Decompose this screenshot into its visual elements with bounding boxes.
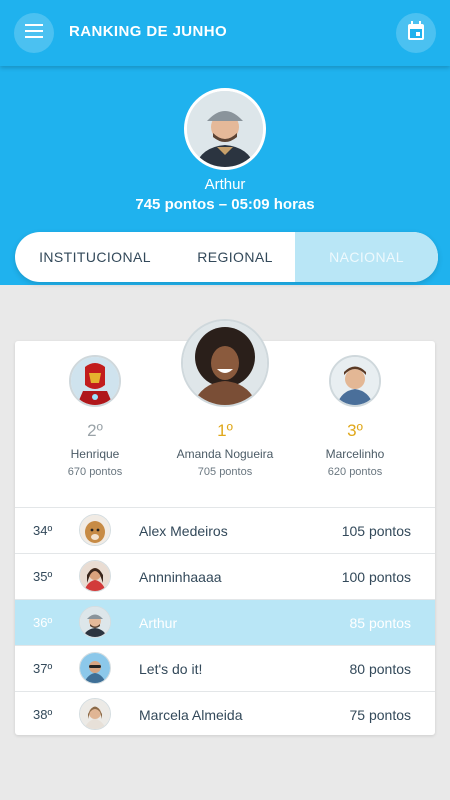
row-position: 34º bbox=[33, 523, 53, 538]
podium-points: 705 pontos bbox=[197, 466, 253, 478]
table-row[interactable]: 38º Marcela Almeida 75 pontos bbox=[15, 691, 435, 737]
podium-name: Marcelinho bbox=[325, 447, 385, 461]
podium: 2º Henrique 670 pontos 1º Amanda Nogueir… bbox=[15, 319, 435, 507]
row-points: 80 pontos bbox=[349, 660, 412, 677]
podium-name: Amanda Nogueira bbox=[176, 447, 274, 461]
podium-rank: 3º bbox=[347, 421, 363, 440]
row-points: 105 pontos bbox=[341, 522, 411, 539]
user-avatar bbox=[184, 88, 266, 170]
podium-rank: 1º bbox=[217, 421, 233, 440]
row-name: Marcela Almeida bbox=[139, 706, 243, 723]
table-row[interactable]: 35º Annninhaaaa 100 pontos bbox=[15, 553, 435, 599]
podium-points: 670 pontos bbox=[67, 466, 123, 478]
table-row[interactable]: 37º Let's do it! 80 pontos bbox=[15, 645, 435, 691]
row-position: 37º bbox=[33, 661, 53, 676]
podium-name: Henrique bbox=[70, 447, 120, 461]
avatar bbox=[79, 560, 111, 592]
row-points: 75 pontos bbox=[349, 706, 412, 723]
ranking-card: 2º Henrique 670 pontos 1º Amanda Nogueir… bbox=[15, 319, 435, 737]
avatar bbox=[79, 698, 111, 730]
avatar bbox=[79, 652, 111, 684]
avatar bbox=[181, 319, 269, 407]
avatar bbox=[79, 606, 111, 638]
app-bar: RANKING DE JUNHO bbox=[0, 0, 450, 66]
row-position: 35º bbox=[33, 569, 53, 584]
podium-points: 620 pontos bbox=[327, 466, 383, 478]
podium-rank: 2º bbox=[87, 421, 103, 440]
calendar-icon bbox=[407, 20, 425, 46]
table-row-current-user[interactable]: 36º Arthur 85 pontos bbox=[15, 599, 435, 645]
row-points: 85 pontos bbox=[349, 614, 412, 631]
avatar bbox=[79, 514, 111, 546]
row-points: 100 pontos bbox=[341, 568, 411, 585]
avatar bbox=[69, 355, 121, 407]
row-name: Alex Medeiros bbox=[139, 522, 228, 539]
avatar bbox=[329, 355, 381, 407]
user-name: Arthur bbox=[204, 176, 246, 193]
row-name: Annninhaaaa bbox=[139, 568, 222, 585]
row-position: 36º bbox=[33, 615, 53, 630]
menu-button[interactable] bbox=[14, 13, 54, 53]
tab-institucional[interactable]: INSTITUCIONAL bbox=[15, 232, 175, 282]
row-name: Arthur bbox=[139, 614, 178, 631]
user-score: 745 pontos – 05:09 horas bbox=[135, 196, 315, 213]
tab-regional[interactable]: REGIONAL bbox=[175, 232, 295, 282]
row-position: 38º bbox=[33, 707, 53, 722]
page-title: RANKING DE JUNHO bbox=[69, 23, 228, 40]
table-row[interactable]: 34º Alex Medeiros 105 pontos bbox=[15, 507, 435, 553]
tab-nacional[interactable]: NACIONAL bbox=[295, 232, 438, 282]
menu-icon bbox=[25, 23, 43, 43]
calendar-button[interactable] bbox=[396, 13, 436, 53]
ranking-list: 34º Alex Medeiros 105 pontos 35º Annninh… bbox=[15, 507, 435, 737]
ranking-scope-tabs: INSTITUCIONAL REGIONAL NACIONAL bbox=[15, 232, 438, 282]
row-name: Let's do it! bbox=[139, 660, 203, 677]
